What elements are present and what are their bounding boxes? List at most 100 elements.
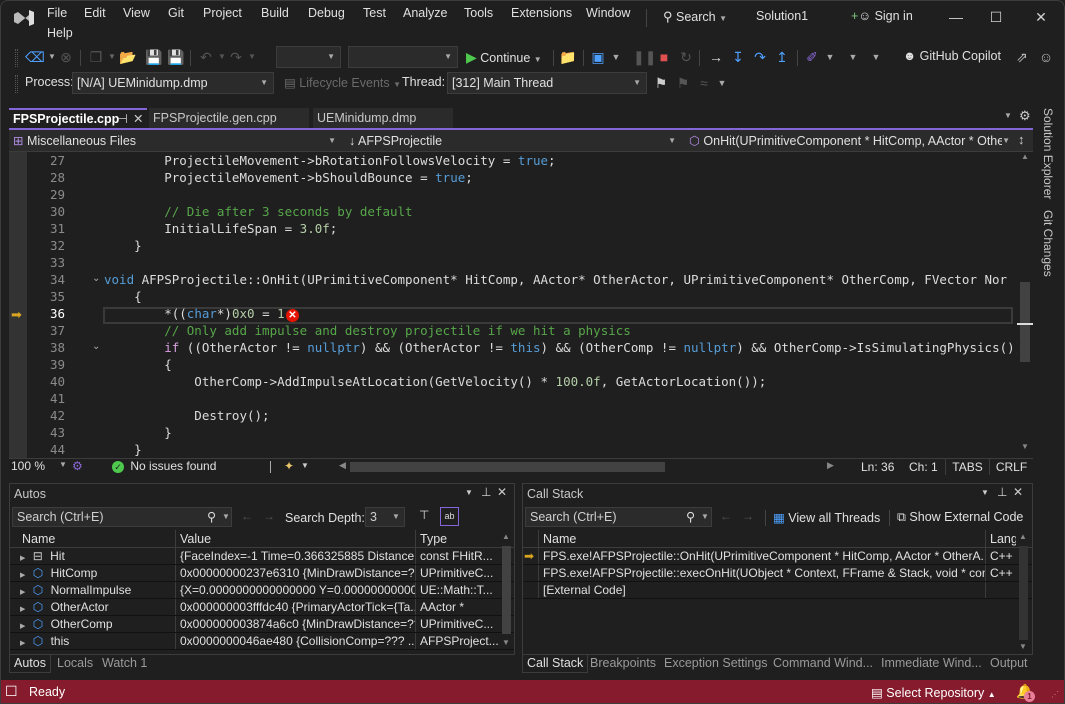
tab-call-stack[interactable]: Call Stack <box>522 655 589 673</box>
value-cell[interactable]: 0x0000000046ae480 {CollisionComp=??? ... <box>176 633 416 649</box>
code-line[interactable]: } <box>104 424 1024 441</box>
scroll-up-icon[interactable]: ▲ <box>1019 532 1027 541</box>
chevron-down-icon[interactable]: ▼ <box>222 508 230 526</box>
code-line[interactable]: { <box>104 356 1024 373</box>
pin-to-source-icon[interactable]: ⊤ <box>419 508 429 522</box>
autos-search-input[interactable]: Search (Ctrl+E) ⚲ ▼ <box>12 507 232 527</box>
no-issues-indicator[interactable]: ✓ No issues found <box>112 459 216 473</box>
autos-vertical-scrollbar[interactable]: ▲ ▼ <box>500 530 514 654</box>
scrollbar-track[interactable] <box>1019 546 1028 640</box>
call-stack-frame[interactable]: FPS.exe!AFPSProjectile::execOnHit(UObjec… <box>523 565 1032 582</box>
chevron-down-icon[interactable]: ▼ <box>701 508 709 526</box>
search-back-icon[interactable]: ← <box>241 509 253 523</box>
scroll-up-icon[interactable]: ▲ <box>502 532 510 541</box>
pin-icon[interactable]: ⊥ <box>481 485 491 499</box>
code-editor[interactable]: ➡ 27 28 29 30 31 32 33 34 35 36 37 38 39 40 41 42 43 44 ⌄… <box>9 152 1033 458</box>
code-line[interactable]: } <box>104 441 1024 458</box>
vertical-scrollbar[interactable]: ▲ ▼ <box>1017 152 1033 458</box>
menu-window[interactable]: Window <box>584 5 632 21</box>
code-line[interactable]: { <box>104 288 1024 305</box>
expand-icon[interactable]: ▶ <box>20 640 25 647</box>
overflow-icon[interactable]: ▼ <box>607 48 625 66</box>
indentation-status[interactable]: TABS <box>945 459 989 475</box>
split-window-icon[interactable]: ↕ <box>1018 132 1025 147</box>
scope-dropdown[interactable]: ↓ AFPSProjectile ▼ <box>345 131 681 151</box>
stop-debugging-icon[interactable]: ■ <box>655 48 673 66</box>
code-line[interactable]: void AFPSProjectile::OnHit(UPrimitiveCom… <box>104 271 1024 288</box>
tab-ueminidump-dmp[interactable]: UEMinidump.dmp <box>313 108 453 129</box>
step-out-icon[interactable]: ↥ <box>773 48 791 66</box>
overflow-icon[interactable]: ▼ <box>844 48 862 66</box>
line-ending-status[interactable]: CRLF <box>989 459 1033 475</box>
column-header-type[interactable]: Type <box>416 530 498 547</box>
search-button[interactable]: ⚲ Search ▼ <box>663 9 727 25</box>
chevron-down-icon[interactable]: ▼ <box>301 461 309 470</box>
code-line[interactable]: ProjectileMovement->bRotationFollowsVelo… <box>104 152 1024 169</box>
window-position-icon[interactable]: ▼ <box>981 488 989 497</box>
select-repository-button[interactable]: ▤ Select Repository ▲ <box>871 685 996 700</box>
output-bubble-icon[interactable]: ☐ <box>5 683 18 700</box>
menu-test[interactable]: Test <box>361 5 388 21</box>
process-dropdown[interactable]: [N/A] UEMinidump.dmp ▼ <box>72 72 274 94</box>
code-line[interactable]: // Die after 3 seconds by default <box>104 203 1024 220</box>
show-threads-icon[interactable]: ≈ <box>695 74 713 92</box>
overflow-icon[interactable]: ▼ <box>821 48 839 66</box>
menu-help[interactable]: Help <box>45 25 75 41</box>
autos-row[interactable]: ▶ ⬡ OtherActor 0x000000003fffdc40 {Prima… <box>10 599 514 616</box>
menu-git[interactable]: Git <box>166 5 186 21</box>
application-insights-icon[interactable]: ▣ <box>589 48 607 66</box>
autos-row[interactable]: ▶ ⬡ this 0x0000000046ae480 {CollisionCom… <box>10 633 514 650</box>
scroll-down-icon[interactable]: ▼ <box>502 638 510 647</box>
expand-icon[interactable]: ▶ <box>20 606 25 613</box>
scroll-up-icon[interactable]: ▲ <box>1021 152 1029 161</box>
call-stack-search-input[interactable]: Search (Ctrl+E) ⚲ ▼ <box>525 507 712 527</box>
navigate-forward-icon[interactable]: ⊗ <box>57 48 75 66</box>
intellicode-icon[interactable]: ⚙ <box>72 459 83 473</box>
expand-icon[interactable]: ▶ <box>20 623 25 630</box>
gear-icon[interactable]: ⚙ <box>1019 108 1031 124</box>
close-icon[interactable]: ✕ <box>1013 485 1023 499</box>
overflow-icon[interactable]: ▼ <box>867 48 885 66</box>
minimize-button[interactable]: — <box>946 7 966 27</box>
sign-in-button[interactable]: +☺ Sign in <box>851 9 913 23</box>
platform-dropdown[interactable]: ▼ <box>348 46 458 68</box>
tab-fpsprojectile-cpp[interactable]: FPSProjectile.cpp ⊣ ✕ <box>9 108 147 129</box>
continue-button[interactable]: ▶ Continue ▼ <box>466 49 542 66</box>
lifecycle-events-button[interactable]: ▤ Lifecycle Events ▼ <box>284 75 401 90</box>
save-all-icon[interactable]: 💾 <box>167 48 185 66</box>
tab-output[interactable]: Output <box>986 655 1032 673</box>
find-in-files-icon[interactable]: 📁 <box>559 48 577 66</box>
save-icon[interactable]: 💾 <box>145 48 163 66</box>
tab-watch-1[interactable]: Watch 1 <box>98 655 151 673</box>
tab-locals[interactable]: Locals <box>53 655 97 673</box>
code-line[interactable]: // Only add impulse and destroy projecti… <box>104 322 1024 339</box>
project-dropdown[interactable]: ⊞ Miscellaneous Files ▼ <box>9 131 341 151</box>
call-stack-frame[interactable]: ➡ FPS.exe!AFPSProjectile::OnHit(UPrimiti… <box>523 548 1032 565</box>
toolbar-grip[interactable] <box>15 75 18 93</box>
overflow-icon[interactable]: ▼ <box>713 74 731 92</box>
code-lines[interactable]: ProjectileMovement->bRotationFollowsVelo… <box>104 152 1024 458</box>
column-header-name[interactable]: Name <box>539 530 986 547</box>
pin-icon[interactable]: ⊥ <box>997 485 1007 499</box>
restart-icon[interactable]: ↻ <box>677 48 695 66</box>
view-all-threads-button[interactable]: ▦ View all Threads <box>773 510 880 525</box>
tab-breakpoints[interactable]: Breakpoints <box>586 655 660 673</box>
code-line[interactable] <box>104 254 1024 271</box>
scroll-down-icon[interactable]: ▼ <box>1021 442 1029 451</box>
hot-reload-icon[interactable]: ✐ <box>803 48 821 66</box>
step-into-icon[interactable]: ↧ <box>729 48 747 66</box>
rail-solution-explorer[interactable]: Solution Explorer <box>1041 108 1055 199</box>
call-stack-frame[interactable]: [External Code] <box>523 582 1032 599</box>
call-stack-vertical-scrollbar[interactable]: ▲ ▼ <box>1017 530 1031 654</box>
tab-command-window[interactable]: Command Wind... <box>769 655 877 673</box>
exception-error-icon[interactable]: ✕ <box>286 309 299 322</box>
expand-icon[interactable]: ▶ <box>20 555 25 562</box>
code-line[interactable]: InitialLifeSpan = 3.0f; <box>104 220 1024 237</box>
tab-exception-settings[interactable]: Exception Settings <box>660 655 772 673</box>
feedback-icon[interactable]: ☺ <box>1037 48 1055 66</box>
code-line[interactable]: *((char*)0x0 = 1; <box>104 305 1024 322</box>
github-copilot-button[interactable]: ☻ GitHub Copilot <box>903 49 1001 63</box>
chevron-down-icon[interactable]: ▼ <box>243 48 261 66</box>
search-back-icon[interactable]: ← <box>720 509 732 523</box>
code-line[interactable] <box>104 186 1024 203</box>
